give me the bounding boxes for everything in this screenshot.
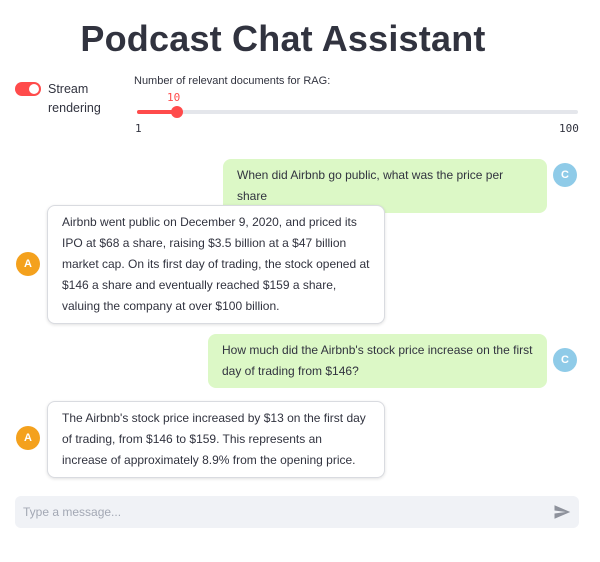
page-title: Podcast Chat Assistant: [80, 18, 486, 59]
stream-toggle-control[interactable]: Stream rendering: [15, 80, 108, 118]
toggle-knob: [29, 84, 39, 94]
stream-toggle[interactable]: [15, 82, 41, 96]
chat-input[interactable]: [15, 496, 551, 528]
assistant-avatar: A: [16, 252, 40, 276]
chat-input-bar: [15, 496, 579, 528]
stream-toggle-label: Stream rendering: [48, 82, 101, 115]
slider-max: 100: [559, 122, 579, 135]
assistant-message: Airbnb went public on December 9, 2020, …: [47, 205, 385, 324]
rag-docs-slider[interactable]: [137, 106, 578, 118]
slider-thumb[interactable]: [170, 106, 183, 118]
user-avatar: C: [553, 348, 577, 372]
slider-label: Number of relevant documents for RAG:: [134, 75, 331, 87]
user-avatar: C: [553, 163, 577, 187]
assistant-message: The Airbnb's stock price increased by $1…: [47, 401, 385, 478]
assistant-avatar: A: [16, 426, 40, 450]
user-message: How much did the Airbnb's stock price in…: [208, 334, 547, 388]
slider-value: 10: [167, 91, 181, 104]
slider-min: 1: [135, 122, 142, 135]
send-icon[interactable]: [553, 503, 571, 521]
